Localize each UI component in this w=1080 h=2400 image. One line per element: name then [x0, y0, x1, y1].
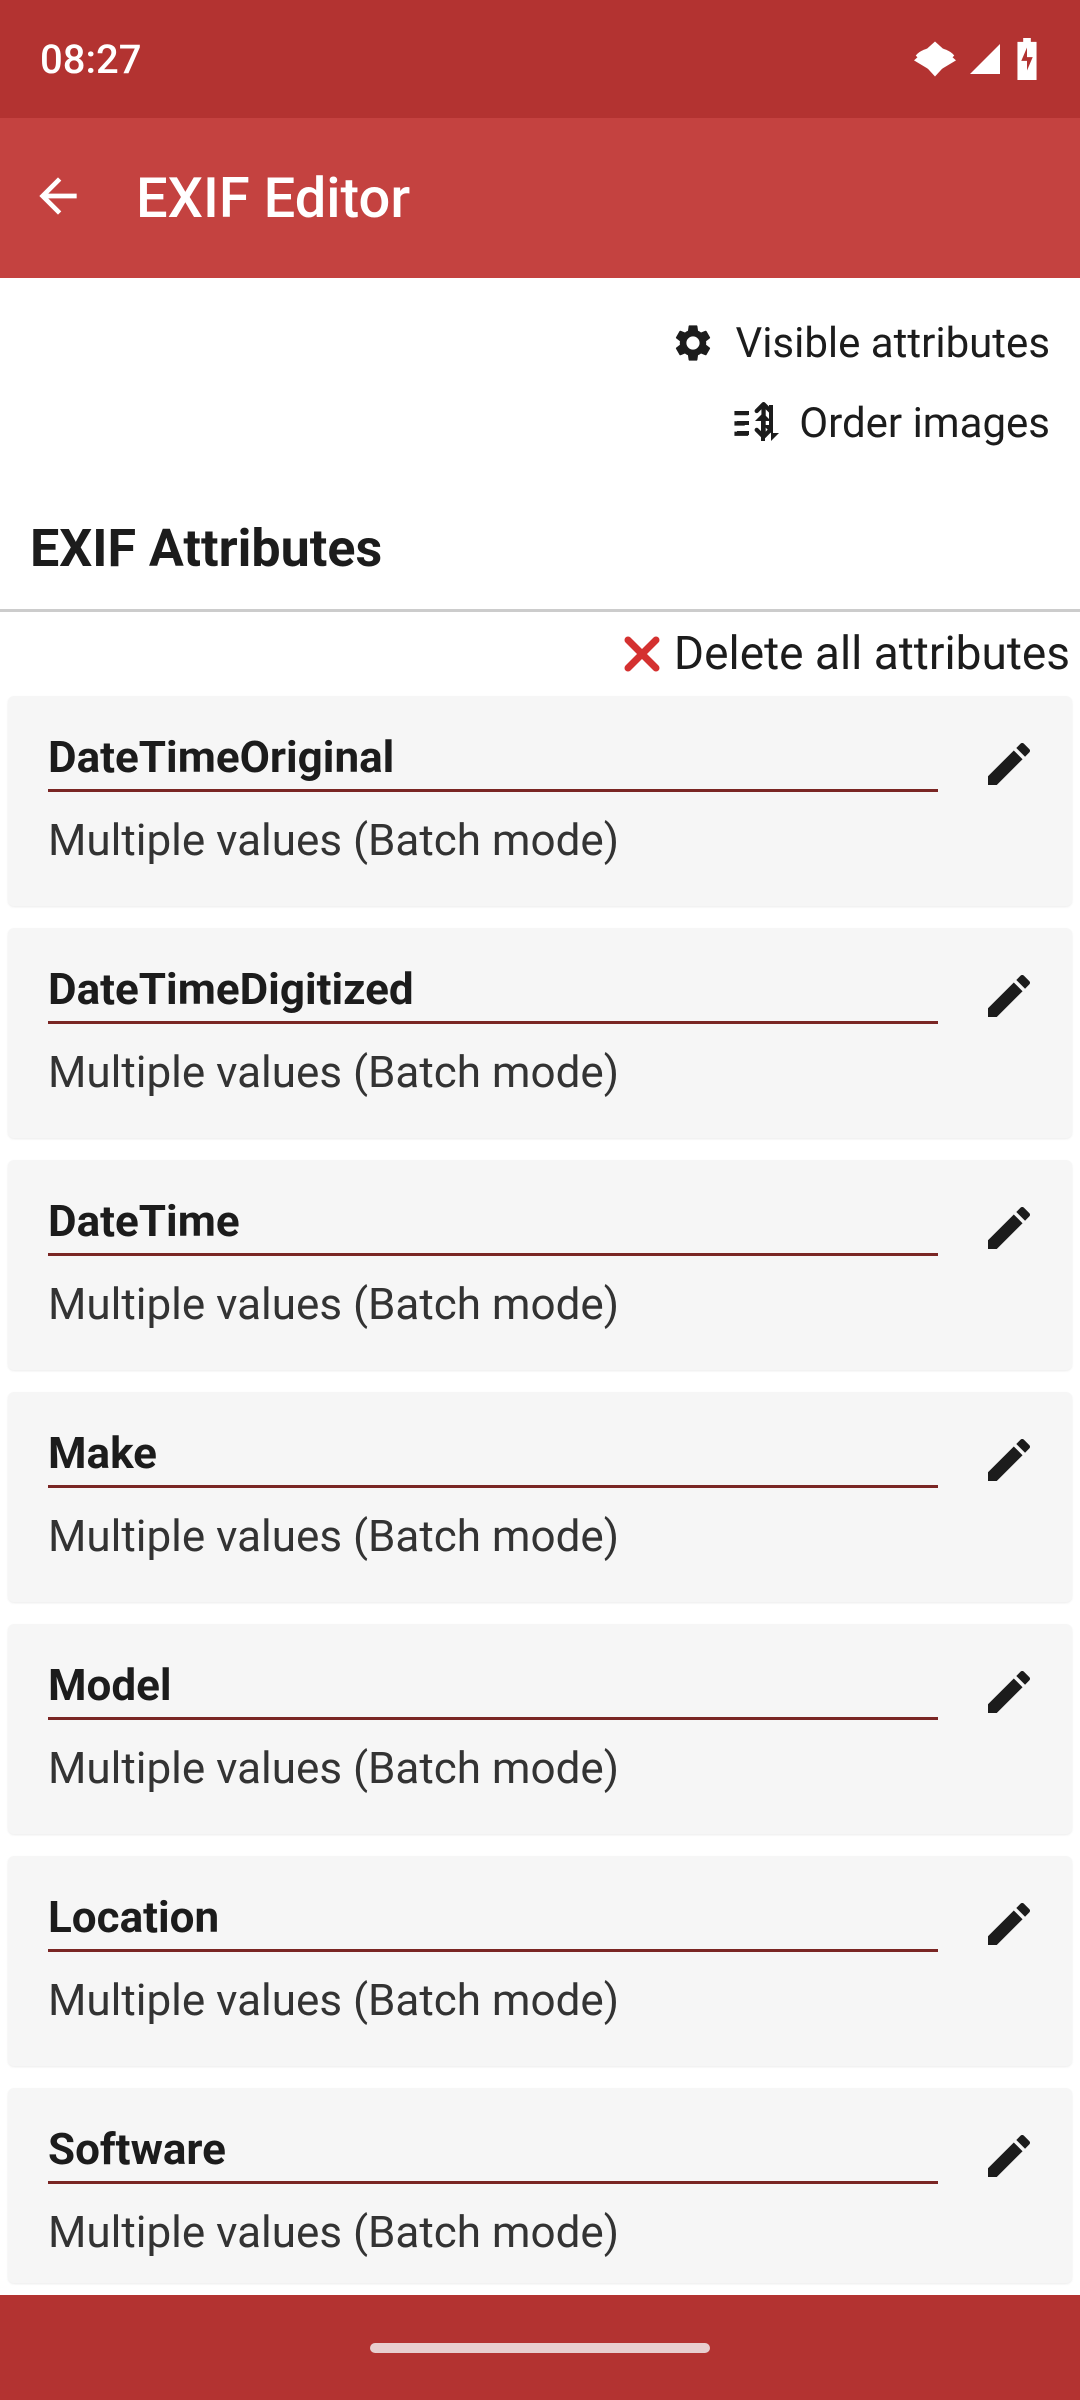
attribute-card[interactable]: Make Multiple values (Batch mode): [8, 1392, 1072, 1602]
edit-button[interactable]: [981, 1896, 1037, 1952]
edit-button[interactable]: [981, 2128, 1037, 2184]
attribute-value: Multiple values (Batch mode): [48, 1974, 961, 2026]
edit-button[interactable]: [981, 1664, 1037, 1720]
attribute-card[interactable]: DateTime Multiple values (Batch mode): [8, 1160, 1072, 1370]
visible-attributes-label: Visible attributes: [735, 319, 1050, 368]
attribute-value: Multiple values (Batch mode): [48, 1278, 961, 1330]
back-button[interactable]: [30, 168, 86, 228]
attribute-value: Multiple values (Batch mode): [48, 1046, 961, 1098]
delete-all-label: Delete all attributes: [674, 627, 1070, 681]
attribute-card[interactable]: Software Multiple values (Batch mode): [8, 2088, 1072, 2283]
attribute-name: Model: [48, 1659, 938, 1720]
delete-all-button[interactable]: Delete all attributes: [0, 612, 1080, 696]
status-icons: [914, 38, 1040, 80]
status-time: 08:27: [40, 36, 141, 83]
pencil-icon: [981, 736, 1037, 792]
edit-button[interactable]: [981, 1432, 1037, 1488]
edit-button[interactable]: [981, 968, 1037, 1024]
navigation-bar: [0, 2295, 1080, 2400]
attribute-value: Multiple values (Batch mode): [48, 2206, 961, 2258]
attribute-card[interactable]: DateTimeDigitized Multiple values (Batch…: [8, 928, 1072, 1138]
pencil-icon: [981, 1664, 1037, 1720]
battery-icon: [1014, 38, 1040, 80]
nav-pill[interactable]: [370, 2343, 710, 2353]
attribute-name: Software: [48, 2123, 938, 2184]
attribute-value: Multiple values (Batch mode): [48, 814, 961, 866]
attribute-name: Make: [48, 1427, 938, 1488]
menu-area: Visible attributes Order images: [0, 278, 1080, 493]
pencil-icon: [981, 968, 1037, 1024]
attribute-name: DateTime: [48, 1195, 938, 1256]
status-bar: 08:27: [0, 0, 1080, 118]
section-title: EXIF Attributes: [0, 493, 1080, 609]
attribute-card[interactable]: Location Multiple values (Batch mode): [8, 1856, 1072, 2066]
app-title: EXIF Editor: [136, 165, 410, 231]
wifi-icon: [914, 41, 956, 77]
attribute-value: Multiple values (Batch mode): [48, 1510, 961, 1562]
close-icon: [618, 630, 666, 678]
edit-button[interactable]: [981, 1200, 1037, 1256]
attribute-value: Multiple values (Batch mode): [48, 1742, 961, 1794]
app-bar: EXIF Editor: [0, 118, 1080, 278]
attribute-list: DateTimeOriginal Multiple values (Batch …: [0, 696, 1080, 2283]
attribute-name: Location: [48, 1891, 938, 1952]
edit-button[interactable]: [981, 736, 1037, 792]
pencil-icon: [981, 2128, 1037, 2184]
pencil-icon: [981, 1200, 1037, 1256]
pencil-icon: [981, 1896, 1037, 1952]
attribute-card[interactable]: DateTimeOriginal Multiple values (Batch …: [8, 696, 1072, 906]
order-images-label: Order images: [799, 399, 1050, 448]
visible-attributes-button[interactable]: Visible attributes: [0, 303, 1050, 383]
attribute-card[interactable]: Model Multiple values (Batch mode): [8, 1624, 1072, 1834]
sort-icon: [735, 401, 779, 445]
order-images-button[interactable]: Order images: [0, 383, 1050, 463]
signal-icon: [966, 41, 1004, 77]
gear-icon: [671, 321, 715, 365]
attribute-name: DateTimeDigitized: [48, 963, 938, 1024]
pencil-icon: [981, 1432, 1037, 1488]
attribute-name: DateTimeOriginal: [48, 731, 938, 792]
